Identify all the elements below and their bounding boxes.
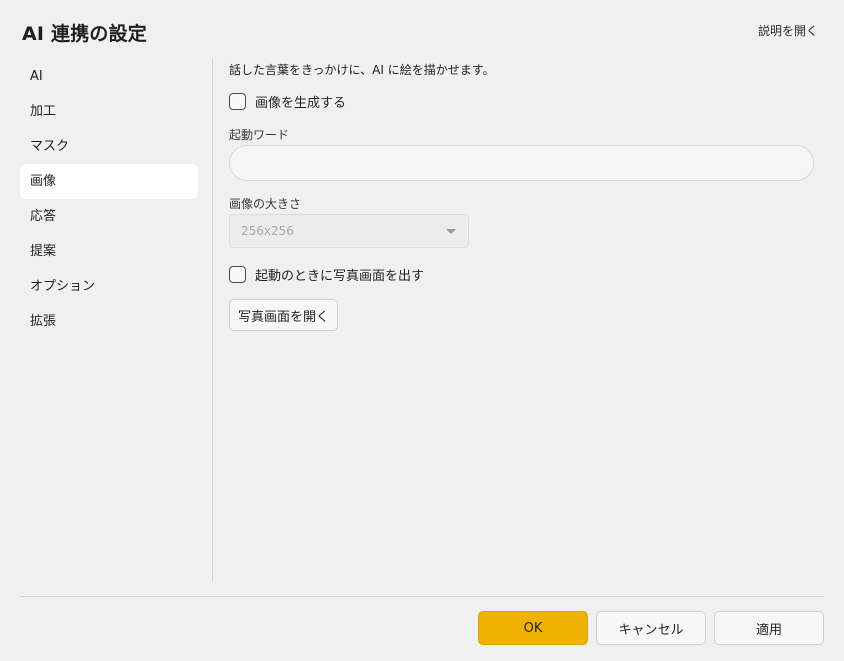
- sidebar-item-image[interactable]: 画像: [20, 164, 198, 199]
- image-size-value: 256x256: [241, 224, 294, 238]
- sidebar-item-ai[interactable]: AI: [20, 59, 198, 94]
- ok-button[interactable]: OK: [478, 611, 588, 645]
- sidebar-item-mask[interactable]: マスク: [20, 129, 198, 164]
- footer-divider: [20, 596, 824, 597]
- open-photo-button[interactable]: 写真画面を開く: [229, 299, 338, 331]
- dialog-title: AI 連携の設定: [22, 23, 147, 45]
- sidebar-divider: [212, 59, 213, 581]
- chevron-down-icon: [446, 229, 456, 234]
- generate-image-checkbox[interactable]: [229, 93, 246, 110]
- generate-image-label: 画像を生成する: [255, 96, 347, 111]
- sidebar-item-extensions[interactable]: 拡張: [20, 304, 198, 339]
- photo-on-start-checkbox-row[interactable]: 起動のときに写真画面を出す: [229, 265, 424, 284]
- photo-on-start-label: 起動のときに写真画面を出す: [255, 269, 425, 284]
- cancel-button[interactable]: キャンセル: [596, 611, 706, 645]
- trigger-word-input[interactable]: [229, 145, 814, 181]
- image-size-label: 画像の大きさ: [229, 197, 302, 211]
- apply-button[interactable]: 適用: [714, 611, 824, 645]
- settings-sidebar: AI 加工 マスク 画像 応答 提案 オプション 拡張: [20, 59, 198, 339]
- trigger-word-label: 起動ワード: [229, 128, 290, 142]
- sidebar-item-options[interactable]: オプション: [20, 269, 198, 304]
- image-size-select[interactable]: 256x256: [229, 214, 469, 248]
- help-link[interactable]: 説明を開く: [758, 22, 818, 39]
- photo-on-start-checkbox[interactable]: [229, 266, 246, 283]
- sidebar-item-response[interactable]: 応答: [20, 199, 198, 234]
- generate-image-checkbox-row[interactable]: 画像を生成する: [229, 92, 346, 111]
- section-description: 話した言葉をきっかけに、AI に絵を描かせます。: [229, 63, 495, 77]
- sidebar-item-suggestion[interactable]: 提案: [20, 234, 198, 269]
- sidebar-item-processing[interactable]: 加工: [20, 94, 198, 129]
